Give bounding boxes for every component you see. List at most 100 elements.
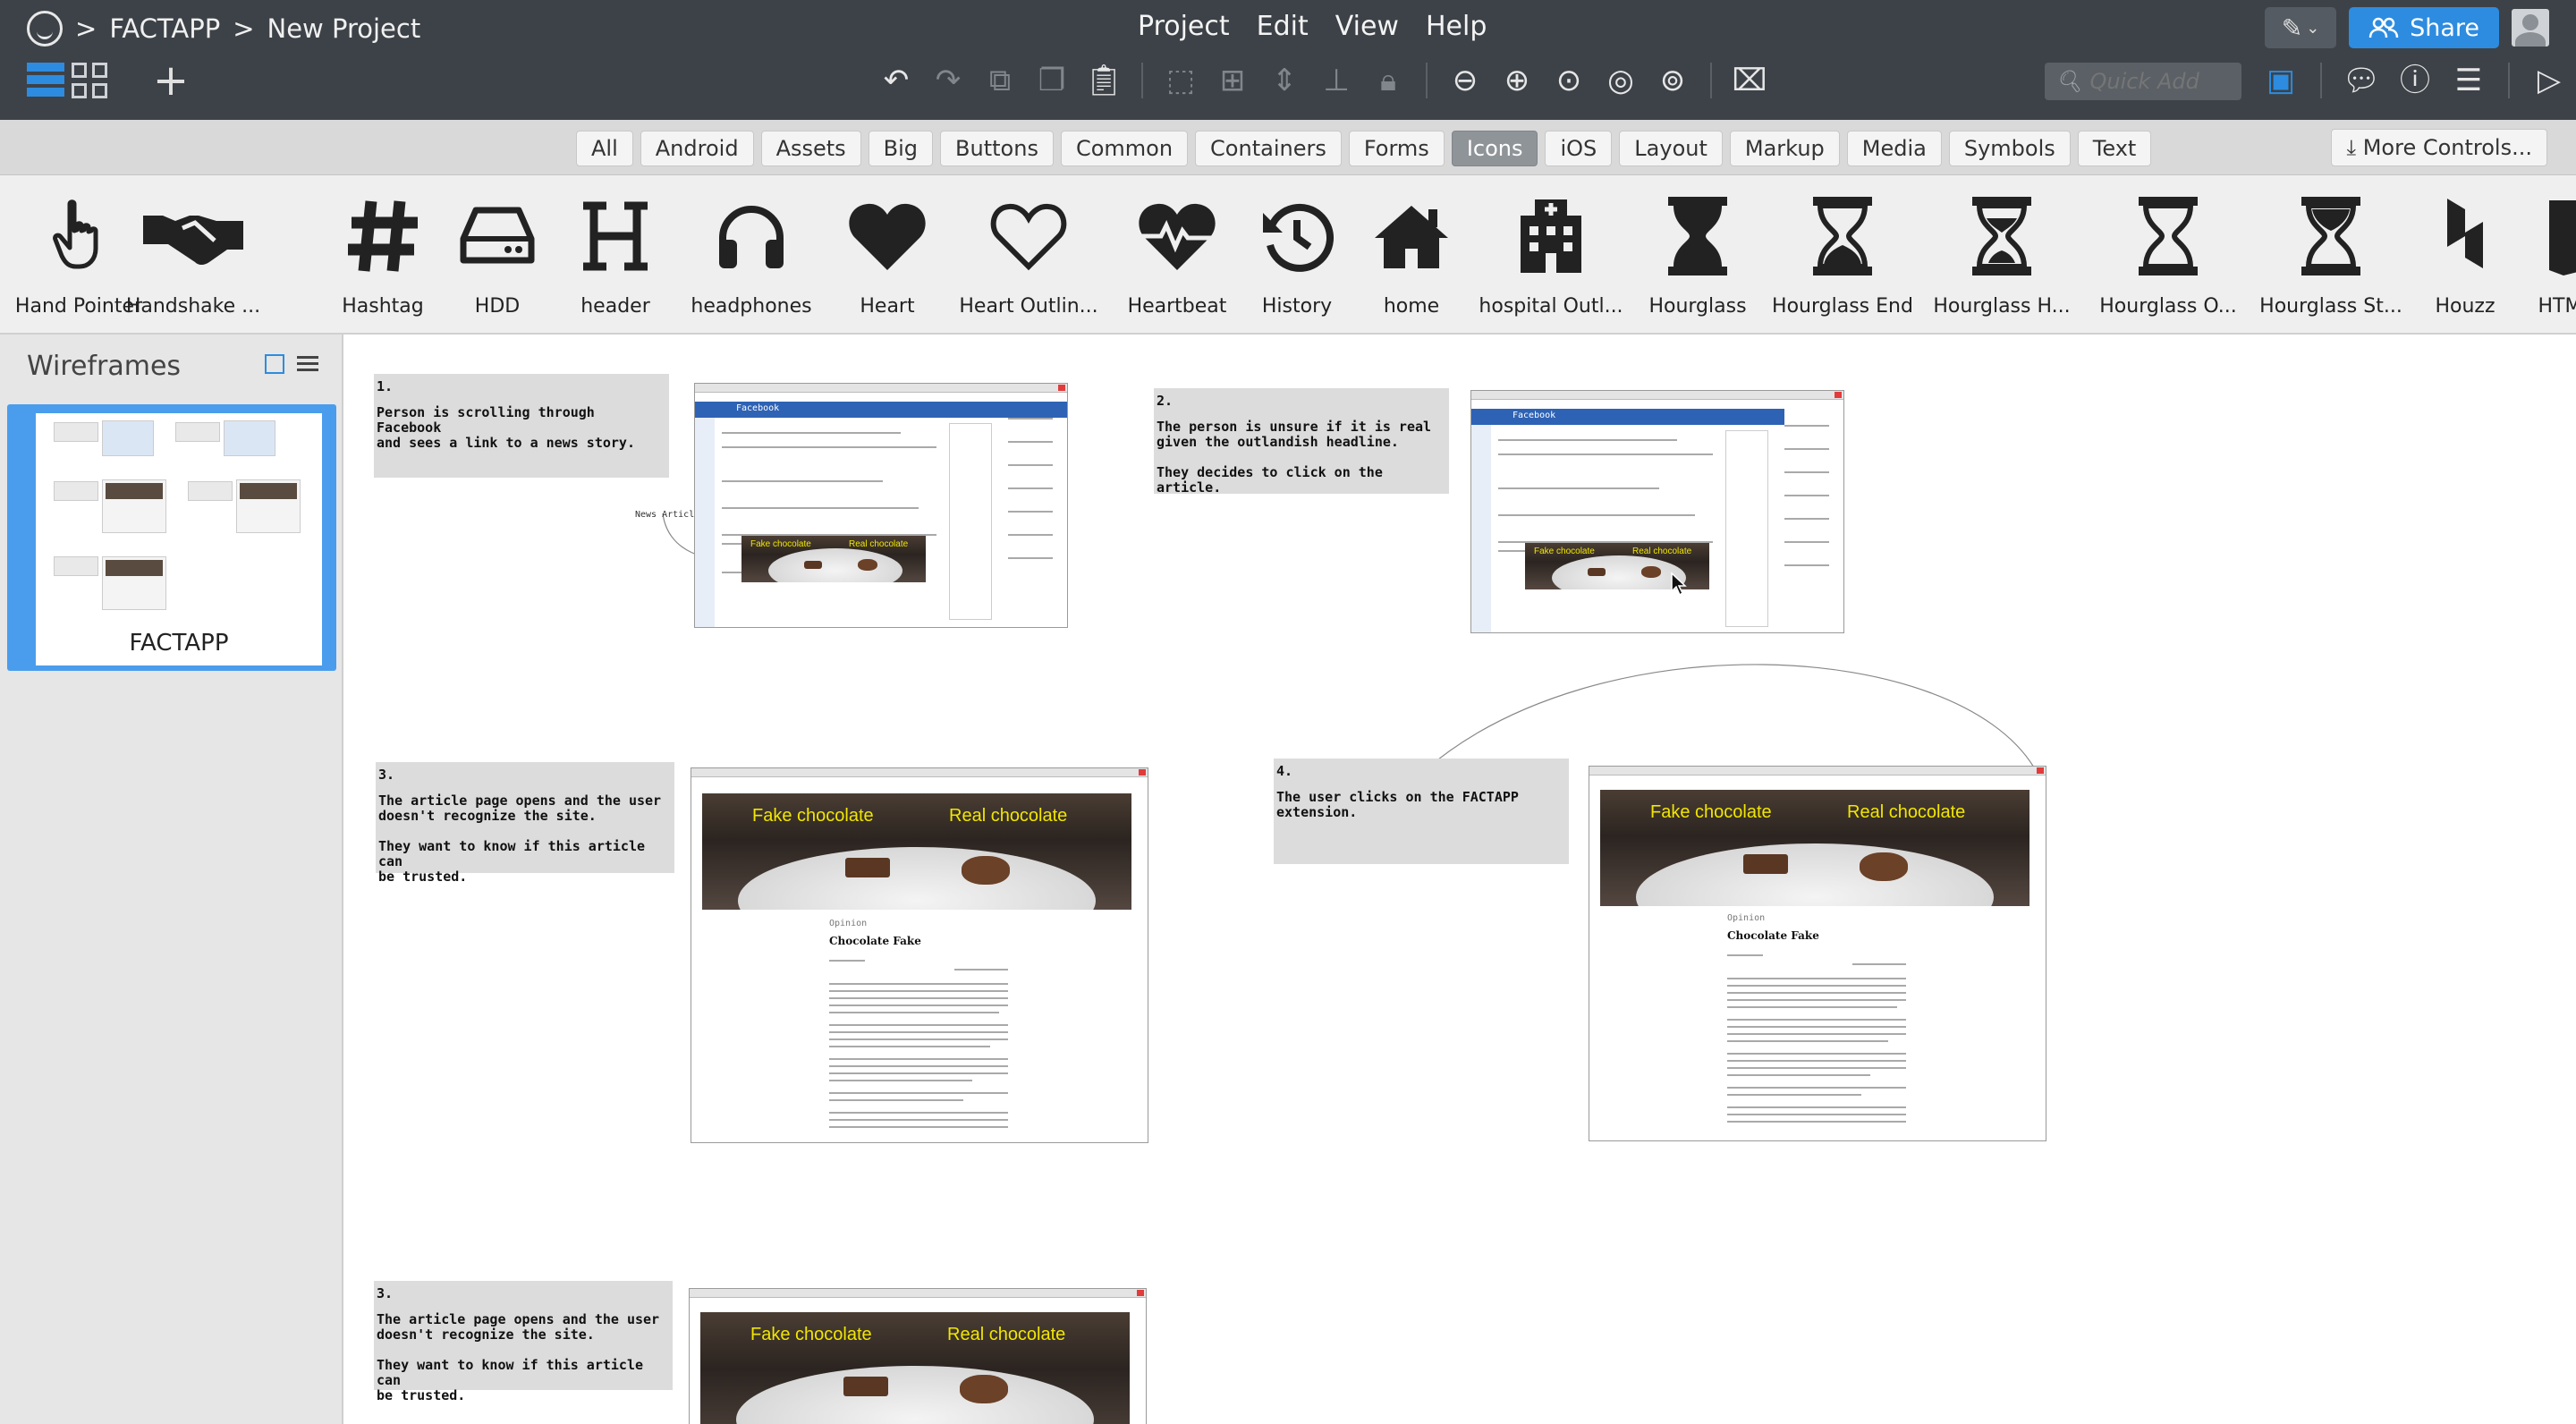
library-icon-label: Hashtag (342, 295, 424, 318)
caption-real: Real chocolate (947, 1325, 1066, 1344)
category-tab-android[interactable]: Android (640, 131, 754, 166)
library-icon-item[interactable]: home (1331, 184, 1492, 327)
step-note-5[interactable]: 3. The article page opens and the user do… (374, 1281, 673, 1403)
facebook-left-rail (1471, 425, 1491, 632)
zoom-selection-icon[interactable]: ⊚ (1653, 61, 1692, 100)
category-tab-assets[interactable]: Assets (760, 131, 861, 166)
chat-list (1008, 400, 1062, 623)
zoom-in-icon[interactable]: ⊕ (1497, 61, 1537, 100)
menu-bar: Project Edit View Help (1138, 11, 1487, 42)
distribute-icon[interactable]: ⊥ (1317, 61, 1356, 100)
library-icon-item[interactable]: Hourglass O... (2088, 184, 2249, 327)
quick-add-input[interactable] (2089, 69, 2242, 94)
library-icon-item[interactable]: Hourglass (1617, 184, 1778, 327)
heart-outline-icon (987, 184, 1070, 288)
news-article-image[interactable]: Fake chocolate Real chocolate (741, 536, 926, 582)
browser-frame-article-2[interactable]: Fake chocolate Real chocolate (689, 1288, 1147, 1424)
library-icon-item[interactable]: Heart Outlin... (948, 184, 1109, 327)
group-icon[interactable]: ⬚ (1161, 61, 1200, 100)
hand-pointer-icon (52, 184, 106, 288)
thumb-frame (102, 420, 154, 456)
category-tab-text[interactable]: Text (2077, 131, 2152, 166)
undo-icon[interactable]: ↶ (877, 61, 916, 100)
wireframe-card[interactable]: FACTAPP (7, 404, 336, 671)
comment-icon[interactable]: 💬︎ (2342, 61, 2381, 100)
category-tab-markup[interactable]: Markup (1729, 131, 1840, 166)
toolbar-divider (1141, 63, 1143, 98)
category-tab-layout[interactable]: Layout (1619, 131, 1723, 166)
menu-view[interactable]: View (1335, 11, 1399, 42)
browser-frame-article[interactable]: Fake chocolate Real chocolate Opinion Ch… (691, 767, 1148, 1143)
notes-icon[interactable]: ☰ (2449, 61, 2488, 100)
menu-edit[interactable]: Edit (1257, 11, 1309, 42)
zoom-actual-icon[interactable]: ⊙ (1549, 61, 1589, 100)
library-icon-label: Heartbeat (1127, 295, 1227, 318)
category-tab-containers[interactable]: Containers (1195, 131, 1342, 166)
library-icon-item[interactable]: Handshake ... (113, 184, 274, 327)
quick-add-field[interactable]: 🔍︎ (2045, 63, 2242, 100)
category-tab-big[interactable]: Big (868, 131, 934, 166)
more-controls-button[interactable]: ⤓ More Controls... (2331, 129, 2547, 166)
browser-bar (690, 1289, 1146, 1298)
align-icon[interactable]: ⇕ (1265, 61, 1304, 100)
zoom-out-icon[interactable]: ⊖ (1445, 61, 1485, 100)
category-tab-buttons[interactable]: Buttons (940, 131, 1054, 166)
note-text: The article page opens and the user does… (377, 1311, 660, 1403)
browser-frame-article-extension[interactable]: Fake chocolate Real chocolate Opinion Ch… (1589, 766, 2046, 1141)
step-note-2[interactable]: 2. The person is unsure if it is real giv… (1154, 388, 1449, 496)
menu-project[interactable]: Project (1138, 11, 1230, 42)
library-icon-item[interactable]: Heart (807, 184, 968, 327)
chat-list (1784, 407, 1838, 631)
add-icon[interactable]: + (152, 59, 190, 102)
redo-icon[interactable]: ↷ (928, 61, 968, 100)
caption-fake: Fake chocolate (750, 1325, 872, 1344)
grid-view-icon[interactable] (72, 63, 109, 100)
feed-posts (1498, 434, 1722, 631)
edit-mode-button[interactable]: ✎ ⌄ (2265, 7, 2337, 48)
browser-frame-facebook-click[interactable]: Facebook Fake chocolate Real chocolate (1470, 390, 1844, 633)
markup-toggle-icon[interactable]: ▣ (2261, 61, 2301, 100)
category-tab-ios[interactable]: iOS (1545, 131, 1613, 166)
list-view-icon[interactable] (27, 63, 64, 100)
category-tab-forms[interactable]: Forms (1348, 131, 1445, 166)
lock-icon[interactable]: 🔒︎ (1368, 61, 1408, 100)
caption-fake: Fake chocolate (752, 806, 874, 826)
thumb-note (54, 481, 98, 501)
category-tab-common[interactable]: Common (1060, 131, 1189, 166)
library-icon-item[interactable]: HTM (2479, 184, 2576, 327)
category-tab-symbols[interactable]: Symbols (1948, 131, 2071, 166)
category-tab-icons[interactable]: Icons (1451, 131, 1538, 166)
breadcrumb-app[interactable]: FACTAPP (109, 13, 220, 44)
zoom-fit-icon[interactable]: ◎ (1601, 61, 1640, 100)
users-icon (2368, 17, 2399, 38)
thumbnail-view-icon[interactable] (265, 354, 284, 374)
step-note-1[interactable]: 1. Person is scrolling through Facebook a… (374, 374, 669, 478)
library-icon-item[interactable]: Hourglass End (1762, 184, 1923, 327)
list-view-icon[interactable] (297, 354, 318, 374)
step-note-4[interactable]: 4. The user clicks on the FACTAPP extensi… (1274, 759, 1569, 864)
menu-help[interactable]: Help (1426, 11, 1487, 42)
home-icon (1371, 184, 1452, 288)
breadcrumb-project[interactable]: New Project (267, 13, 421, 44)
present-icon[interactable]: ▷ (2529, 61, 2569, 100)
browser-bar (1471, 391, 1843, 400)
user-avatar-icon[interactable] (2512, 9, 2549, 47)
wireframe-canvas[interactable]: News Article 1. Person is scrolling throu… (345, 335, 2576, 1424)
category-tab-media[interactable]: Media (1846, 131, 1942, 166)
clipboard-icon[interactable]: 📋︎ (1084, 61, 1123, 100)
browser-frame-facebook[interactable]: Facebook Fake chocolate Real chocolate (694, 383, 1068, 628)
info-icon[interactable]: ⓘ (2395, 61, 2435, 100)
library-filter-bar: All Android Assets Big Buttons Common Containe… (0, 120, 2576, 175)
library-icon-item[interactable]: Hourglass H... (1921, 184, 2082, 327)
share-button[interactable]: Share (2349, 7, 2499, 48)
library-icon-item[interactable]: hospital Outl... (1470, 184, 1631, 327)
smiley-logo-icon[interactable] (27, 11, 63, 47)
category-tab-all[interactable]: All (576, 131, 633, 166)
duplicate-icon[interactable]: ❐ (1032, 61, 1072, 100)
caption-real: Real chocolate (849, 539, 909, 549)
copy-icon[interactable]: ⧉ (980, 61, 1020, 100)
step-note-3[interactable]: 3. The article page opens and the user do… (376, 762, 674, 885)
wireframes-sidebar: Wireframes FACTAPP (0, 335, 343, 1424)
ungroup-icon[interactable]: ⊞ (1213, 61, 1252, 100)
delete-icon[interactable]: ⌧ (1730, 61, 1769, 100)
